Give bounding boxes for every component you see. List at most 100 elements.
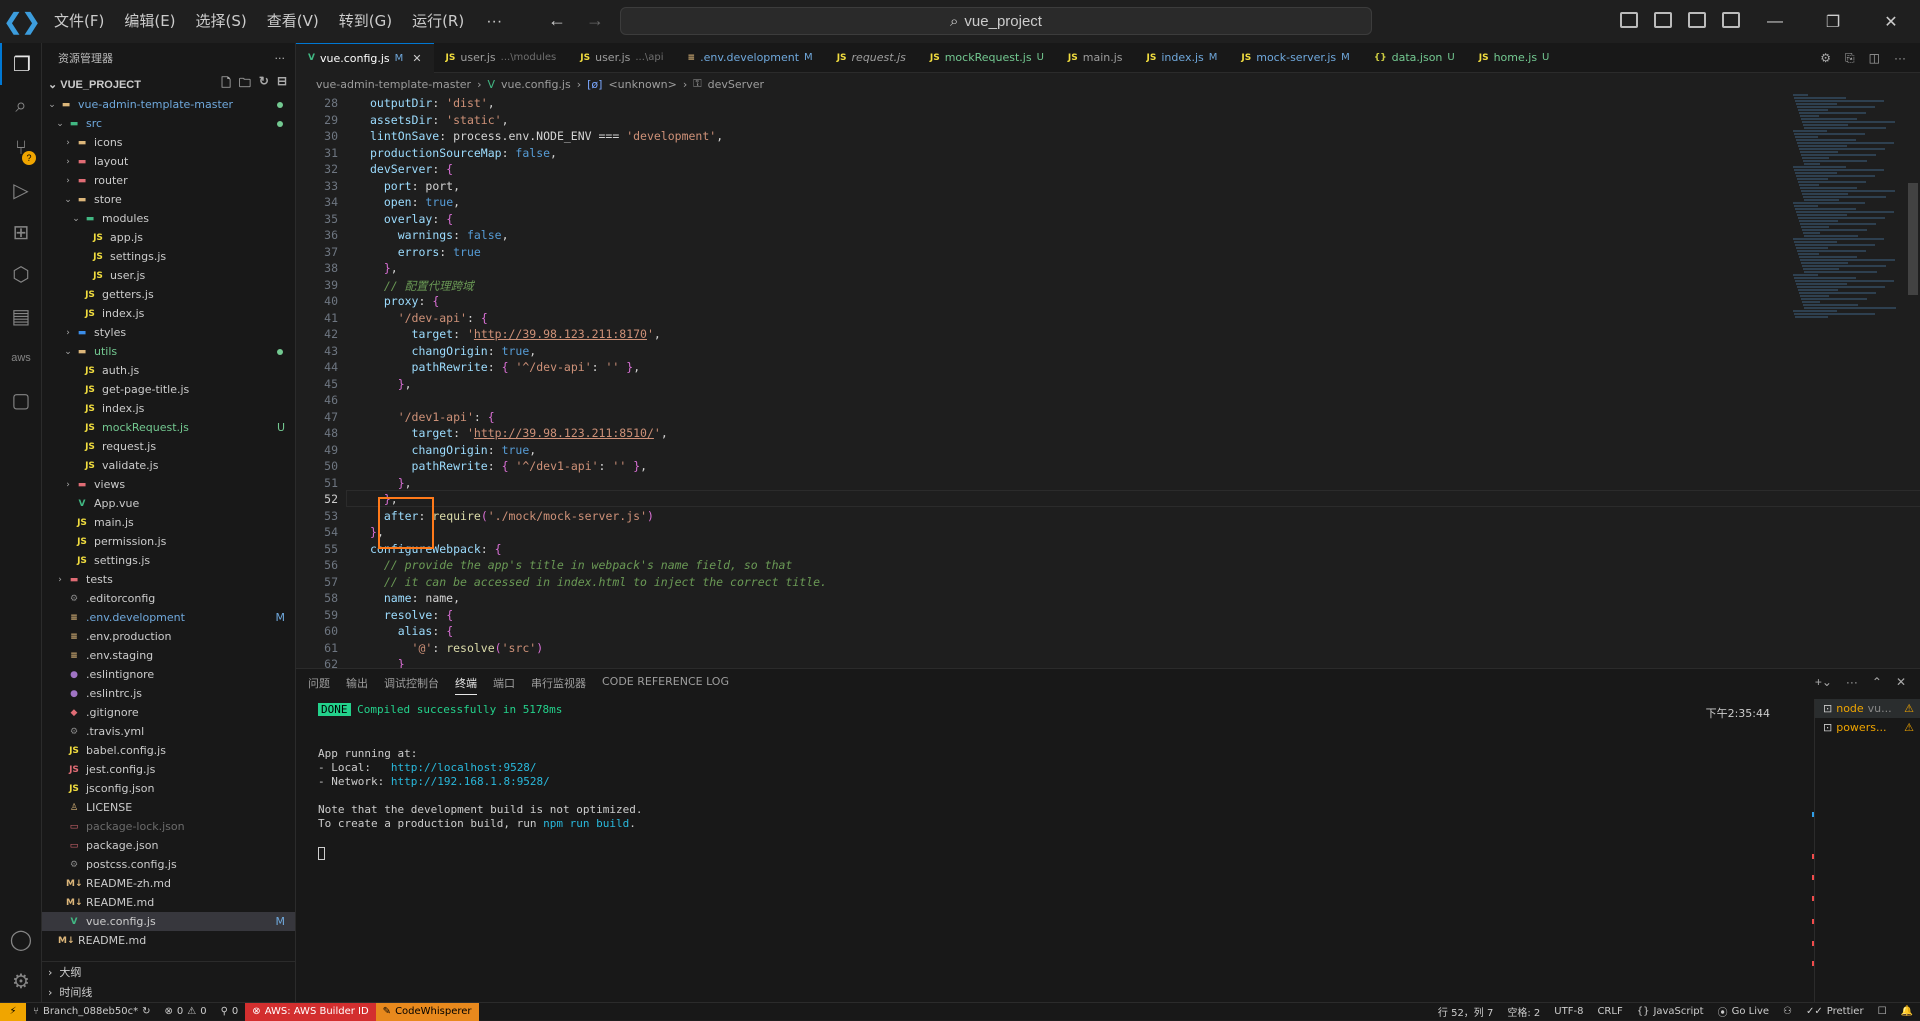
tree-item[interactable]: ⌄ ▬ utils [42,342,295,361]
chat-icon[interactable]: ▢ [0,379,42,421]
tree-item[interactable]: M↓ README.md [42,893,295,912]
editor-tab[interactable]: ≡ .env.development M [676,43,825,73]
menu-file[interactable]: 文件(F) [44,0,114,43]
maximize-panel-icon[interactable]: ⌃ [1872,675,1882,689]
editor-tab[interactable]: JS user.js ...\api [568,43,675,73]
hexagon-extension-icon[interactable]: ⬡ [0,253,42,295]
code-editor[interactable]: 28 outputDir: 'dist', 29 assetsDir: 'static… [296,94,1920,668]
tree-item[interactable]: JS validate.js [42,456,295,475]
codewhisperer-status[interactable]: ✎ CodeWhisperer [375,1002,479,1021]
tab-serial-monitor[interactable]: 串行监视器 [531,675,586,695]
explorer-more-icon[interactable]: ··· [275,52,286,65]
language-mode[interactable]: {} JavaScript [1630,1003,1711,1021]
tree-item[interactable]: › ▬ icons [42,133,295,152]
tab-problems[interactable]: 问题 [308,675,330,695]
project-header[interactable]: ⌄ VUE_PROJECT 🗋 🗀 ↻ ⊟ [42,73,295,95]
terminal-item-powershell[interactable]: ⊡ powers... ⚠ [1815,718,1920,737]
split-editor-icon[interactable]: ◫ [1869,51,1880,66]
editor-scrollbar[interactable] [1908,183,1918,295]
tree-item[interactable]: JS babel.config.js [42,741,295,760]
tree-item[interactable]: JS jest.config.js [42,760,295,779]
search-view-icon[interactable]: ⌕ [0,85,42,127]
explorer-icon[interactable]: ❐ [0,43,42,85]
tab-code-reference-log[interactable]: CODE REFERENCE LOG [602,675,729,695]
encoding[interactable]: UTF-8 [1547,1003,1590,1021]
tree-item[interactable]: JS mockRequest.js U [42,418,295,437]
tree-item[interactable]: JS settings.js [42,247,295,266]
tree-item[interactable]: V App.vue [42,494,295,513]
tree-item[interactable]: ▭ package-lock.json [42,817,295,836]
tree-item[interactable]: JS index.js [42,399,295,418]
tree-item[interactable]: ≡ .env.development M [42,608,295,627]
compare-icon[interactable]: ⚙ [1820,51,1831,66]
close-panel-icon[interactable]: ✕ [1896,675,1906,689]
outline-section[interactable]: › 大纲 [42,962,295,982]
problems-indicator[interactable]: ⊗ 0 ⚠ 0 [157,1003,213,1021]
tree-item[interactable]: ⌄ ▬ vue-admin-template-master [42,95,295,114]
tree-item[interactable]: Vvue.config.js M [42,912,295,931]
editor-tab[interactable]: Vvue.config.js M ✕ [296,42,434,73]
refresh-icon[interactable]: ↻ [259,74,269,95]
menu-run[interactable]: 运行(R) [402,0,474,43]
account-icon[interactable]: ◯ [0,918,42,960]
new-folder-icon[interactable]: 🗀 [239,74,251,95]
remote-indicator[interactable]: ⚡ [0,1002,26,1021]
run-debug-icon[interactable]: ▷ [0,169,42,211]
terminal-item-node[interactable]: ⊡ node vu... ⚠ [1815,699,1920,718]
tree-item[interactable]: JS jsconfig.json [42,779,295,798]
menu-more-button[interactable]: ··· [474,13,514,31]
cursor-position[interactable]: 行 52，列 7 [1431,1003,1500,1021]
menu-edit[interactable]: 编辑(E) [114,0,185,43]
new-file-icon[interactable]: 🗋 [221,74,231,95]
tree-item[interactable]: ◆ .gitignore [42,703,295,722]
tree-item[interactable]: ● .eslintignore [42,665,295,684]
timeline-section[interactable]: › 时间线 [42,982,295,1002]
editor-tab[interactable]: JS mockRequest.js U [918,43,1056,73]
customize-layout-icon[interactable] [1722,12,1740,28]
tree-item[interactable]: JS index.js [42,304,295,323]
go-live-button[interactable]: ⦿ Go Live [1711,1003,1776,1021]
manage-gear-icon[interactable]: ⚙ [0,960,42,1002]
local-url-link[interactable]: http://localhost:9528/ [391,761,537,774]
tree-item[interactable]: ⚙ .editorconfig [42,589,295,608]
tree-item[interactable]: ⌄ ▬ store [42,190,295,209]
tree-item[interactable]: ● .eslintrc.js [42,684,295,703]
tree-item[interactable]: ▭ package.json [42,836,295,855]
feedback-icon[interactable]: ☐ [1871,1003,1894,1021]
tree-item[interactable]: JS request.js [42,437,295,456]
network-url-link[interactable]: http://192.168.1.8:9528/ [391,775,550,788]
minimap[interactable] [1793,94,1913,668]
toggle-secondary-sidebar-icon[interactable] [1688,12,1706,28]
tree-item[interactable]: ⌄ ▬ modules [42,209,295,228]
tree-item[interactable]: ⚙ .travis.yml [42,722,295,741]
tab-terminal[interactable]: 终端 [455,675,477,695]
breadcrumb-symbol[interactable]: <unknown> [608,78,676,91]
tree-item[interactable]: › ▬ styles [42,323,295,342]
tree-item[interactable]: › ▬ views [42,475,295,494]
copilot-icon[interactable]: ⚇ [1776,1003,1799,1021]
panel-more-icon[interactable]: ··· [1846,675,1858,689]
editor-tab[interactable]: JS index.js M [1135,43,1230,73]
indentation[interactable]: 空格: 2 [1500,1003,1547,1021]
editor-tab[interactable]: JS request.js [825,43,918,73]
source-control-icon[interactable]: ⑂? [0,127,42,169]
editor-tab[interactable]: JS home.js U [1467,43,1562,73]
tab-ports[interactable]: 端口 [493,675,515,695]
new-terminal-icon[interactable]: +⌄ [1815,675,1832,689]
editor-tab[interactable]: JS user.js ...\modules [434,43,569,73]
forward-arrow-icon[interactable]: → [586,10,604,31]
tree-item[interactable]: JS app.js [42,228,295,247]
tree-item[interactable]: ♙ LICENSE [42,798,295,817]
tab-debug-console[interactable]: 调试控制台 [384,675,439,695]
prettier-status[interactable]: ✓✓ Prettier [1799,1003,1871,1021]
breadcrumb-file[interactable]: vue.config.js [501,78,571,91]
minimize-button[interactable]: — [1746,0,1804,43]
aws-icon[interactable]: aws [0,337,42,379]
docs-panel-icon[interactable]: ▤ [0,295,42,337]
command-center-search[interactable]: ⌕ vue_project [620,7,1372,35]
menu-selection[interactable]: 选择(S) [186,0,257,43]
extensions-icon[interactable]: ⊞ [0,211,42,253]
branch-indicator[interactable]: ⑂ Branch_088eb50c* ↻ [26,1003,157,1021]
aws-connection[interactable]: ⊗ AWS: AWS Builder ID [245,1002,376,1021]
editor-tab[interactable]: JS mock-server.js M [1229,43,1361,73]
